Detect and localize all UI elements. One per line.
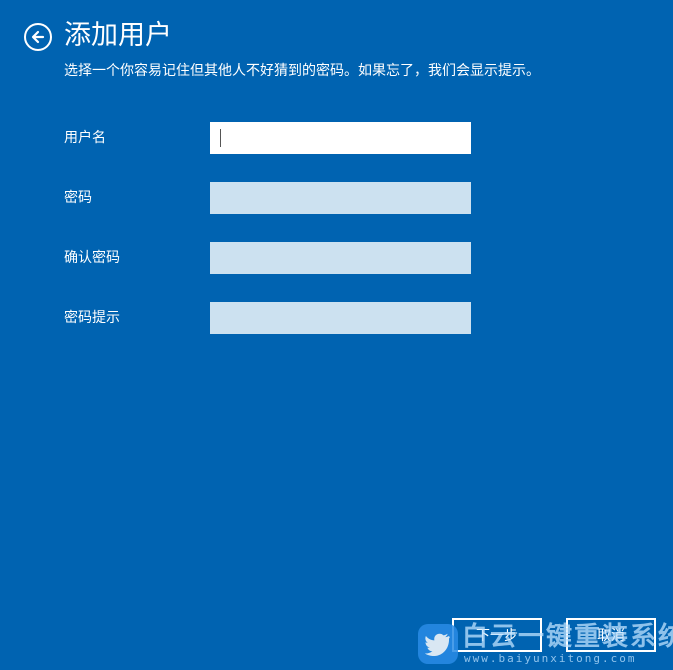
username-input[interactable] [210, 122, 471, 154]
watermark-url: www.baiyunxitong.com [464, 652, 637, 665]
password-input[interactable] [210, 182, 471, 214]
username-label: 用户名 [64, 130, 106, 146]
password-hint-label: 密码提示 [64, 310, 120, 326]
password-label: 密码 [64, 190, 92, 206]
password-hint-input[interactable] [210, 302, 471, 334]
text-caret [220, 129, 221, 147]
watermark-logo [418, 624, 458, 664]
page-subtitle: 选择一个你容易记住但其他人不好猜到的密码。如果忘了，我们会显示提示。 [64, 63, 540, 79]
bird-icon [425, 633, 450, 656]
arrow-left-icon [31, 30, 45, 44]
watermark-name: 白云一键重装系统 [462, 622, 673, 652]
confirm-password-input[interactable] [210, 242, 471, 274]
watermark: 白云一键重装系统 www.baiyunxitong.com [418, 622, 673, 668]
page-title: 添加用户 [64, 20, 172, 51]
back-button[interactable] [24, 23, 52, 51]
confirm-password-label: 确认密码 [64, 250, 120, 266]
